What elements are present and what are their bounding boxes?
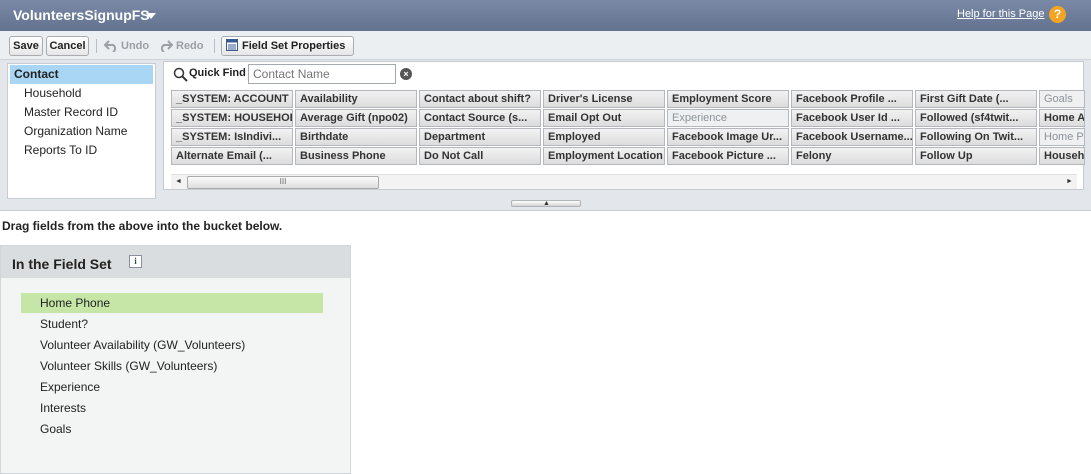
object-item-reports-to-id[interactable]: Reports To ID [8,141,155,160]
field-item[interactable]: Driver's License [543,90,665,108]
save-button[interactable]: Save [9,36,43,56]
object-item-organization-name[interactable]: Organization Name [8,122,155,141]
field-set-bucket: In the Field Set i Home Phone Student? V… [0,245,351,474]
undo-label: Undo [121,40,150,52]
field-item[interactable]: Department [419,128,541,146]
title-bar: VolunteersSignupFS Help for this Page ? [0,0,1091,31]
field-item[interactable]: Goals [1039,90,1085,108]
object-item-master-record-id[interactable]: Master Record ID [8,103,155,122]
field-item[interactable]: Availability [295,90,417,108]
field-item[interactable]: Home A [1039,109,1085,127]
quick-find-label: Quick Find [189,67,246,79]
redo-icon [160,40,174,53]
field-item[interactable]: Home P [1039,128,1085,146]
object-item-contact[interactable]: Contact [10,65,153,84]
bucket-item[interactable]: Volunteer Skills (GW_Volunteers) [21,356,323,376]
field-item[interactable]: Facebook Username... [791,128,913,146]
properties-icon [226,39,238,51]
field-item[interactable]: Email Opt Out [543,109,665,127]
field-item[interactable]: Employment Location [543,147,665,165]
toolbar: Save Cancel Undo Redo Field Set Properti… [0,31,1091,60]
field-item[interactable]: _SYSTEM: ACCOUNT ... [171,90,293,108]
bucket-item[interactable]: Volunteer Availability (GW_Volunteers) [21,335,323,355]
collapse-handle[interactable]: ▲ [511,200,581,207]
bucket-title: In the Field Set [12,256,112,272]
field-item[interactable]: Felony [791,147,913,165]
field-item[interactable]: Following On Twit... [915,128,1037,146]
undo-button[interactable]: Undo [103,36,150,56]
redo-button[interactable]: Redo [159,36,204,56]
field-set-title[interactable]: VolunteersSignupFS [13,7,150,23]
info-icon[interactable]: i [129,255,142,268]
clear-search-icon[interactable]: × [400,68,412,80]
bucket-item[interactable]: Student? [21,314,323,334]
chevron-down-icon[interactable] [146,13,156,19]
bucket-item[interactable]: Interests [21,398,323,418]
field-item[interactable]: _SYSTEM: IsIndivi... [171,128,293,146]
bucket-item[interactable]: Home Phone [21,293,323,313]
field-item[interactable]: Experience [667,109,789,127]
field-item[interactable]: Follow Up [915,147,1037,165]
field-item[interactable]: Facebook Profile ... [791,90,913,108]
field-item[interactable]: Househ [1039,147,1085,165]
field-item[interactable]: First Gift Date (... [915,90,1037,108]
help-icon[interactable]: ? [1049,6,1066,23]
field-set-properties-label: Field Set Properties [242,40,346,52]
field-item[interactable]: Business Phone [295,147,417,165]
help-link[interactable]: Help for this Page [957,8,1044,20]
cancel-button[interactable]: Cancel [46,36,89,56]
scroll-right-icon[interactable]: ► [1066,178,1073,185]
field-item[interactable]: Contact about shift? [419,90,541,108]
scrollbar-thumb[interactable]: III [187,176,379,189]
fields-palette: Quick Find × _SYSTEM: ACCOUNT ...Availab… [163,61,1085,190]
field-item[interactable]: Facebook Picture ... [667,147,789,165]
field-item[interactable]: Birthdate [295,128,417,146]
field-item[interactable]: Contact Source (s... [419,109,541,127]
quick-find-input[interactable] [248,64,396,84]
field-item[interactable]: Average Gift (npo02) [295,109,417,127]
field-set-editor: VolunteersSignupFS Help for this Page ? … [0,0,1091,211]
redo-label: Redo [176,40,204,52]
field-set-properties-button[interactable]: Field Set Properties [221,36,354,56]
field-item[interactable]: _SYSTEM: HOUSEHOL... [171,109,293,127]
bucket-item[interactable]: Experience [21,377,323,397]
horizontal-scrollbar[interactable]: ◄ III ► [171,174,1077,189]
toolbar-divider [96,39,97,53]
toolbar-divider [214,39,215,53]
field-item[interactable]: Employed [543,128,665,146]
field-item[interactable]: Employment Score [667,90,789,108]
field-item[interactable]: Facebook User Id ... [791,109,913,127]
bucket-item[interactable]: Goals [21,419,323,439]
scroll-left-icon[interactable]: ◄ [175,178,182,185]
caret-up-icon: ▲ [543,200,550,207]
field-item[interactable]: Do Not Call [419,147,541,165]
drag-hint: Drag fields from the above into the buck… [2,219,283,233]
field-item[interactable]: Alternate Email (... [171,147,293,165]
object-item-household[interactable]: Household [8,84,155,103]
scroll-grip: III [279,177,287,186]
undo-icon [103,40,117,53]
field-item[interactable]: Followed (sf4twit... [915,109,1037,127]
object-list: Contact Household Master Record ID Organ… [7,63,156,199]
bucket-header: In the Field Set i [1,246,350,278]
search-icon [173,67,188,82]
field-item[interactable]: Facebook Image Ur... [667,128,789,146]
